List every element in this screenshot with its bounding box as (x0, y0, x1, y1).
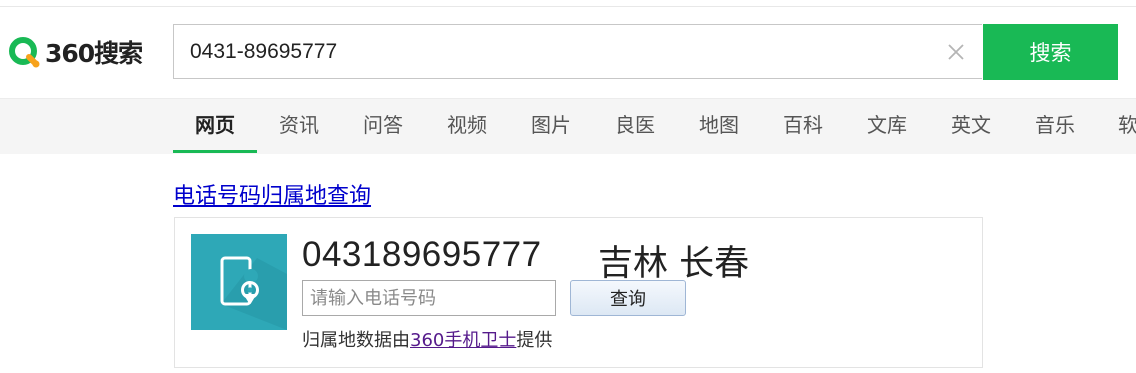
top-divider (0, 6, 1136, 7)
phone-number-input[interactable] (302, 280, 556, 316)
tab-bar: 网页 资讯 问答 视频 图片 良医 地图 百科 文库 英文 音乐 软 (0, 98, 1136, 154)
tab-baike[interactable]: 百科 (761, 99, 845, 153)
result-title-link[interactable]: 电话号码归属地查询 (173, 178, 371, 210)
tab-software[interactable]: 软 (1097, 99, 1136, 153)
source-link[interactable]: 360手机卫士 (410, 330, 516, 351)
tab-map[interactable]: 地图 (677, 99, 761, 153)
source-prefix: 归属地数据由 (302, 330, 410, 351)
logo-text: 360搜索 (45, 39, 143, 68)
phone-lookup-card: 043189695777 吉林 长春 查询 归属地数据由360手机卫士提供 (174, 217, 983, 368)
tab-qa[interactable]: 问答 (341, 99, 425, 153)
source-suffix: 提供 (516, 330, 553, 351)
phone-location-icon (191, 234, 287, 330)
tab-images[interactable]: 图片 (509, 99, 593, 153)
logo-icon (9, 37, 40, 68)
clear-icon[interactable] (946, 42, 966, 62)
logo[interactable]: 360搜索 (7, 34, 143, 70)
data-source-line: 归属地数据由360手机卫士提供 (302, 326, 552, 352)
tab-wenku[interactable]: 文库 (845, 99, 929, 153)
tab-doctor[interactable]: 良医 (593, 99, 677, 153)
phone-location: 吉林 长春 (598, 244, 750, 284)
tab-english[interactable]: 英文 (929, 99, 1013, 153)
search-box (173, 24, 982, 79)
search-button[interactable]: 搜索 (983, 24, 1118, 80)
phone-number: 043189695777 (302, 235, 542, 274)
tab-web[interactable]: 网页 (173, 99, 257, 153)
query-button[interactable]: 查询 (570, 280, 686, 316)
tab-music[interactable]: 音乐 (1013, 99, 1097, 153)
tab-news[interactable]: 资讯 (257, 99, 341, 153)
search-input[interactable] (190, 25, 930, 78)
tab-video[interactable]: 视频 (425, 99, 509, 153)
